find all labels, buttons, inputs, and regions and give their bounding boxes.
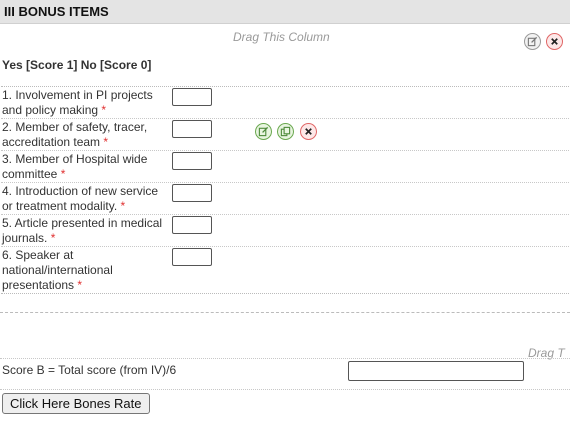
edit-column-button[interactable] [524, 33, 541, 50]
bonus-rate-button[interactable]: Click Here Bones Rate [2, 393, 150, 414]
item-label: 3. Member of Hospital wide committee * [2, 152, 148, 181]
score-input-6[interactable] [172, 248, 212, 266]
score-input-1[interactable] [172, 88, 212, 106]
remove-column-button[interactable] [546, 33, 563, 50]
item-label: 1. Involvement in PI projects and policy… [2, 88, 153, 117]
edit-icon [258, 126, 269, 137]
edit-item-button[interactable] [255, 123, 272, 140]
score-b-input[interactable] [348, 361, 524, 381]
table-row: 6. Speaker at national/international pre… [1, 247, 569, 295]
section-title: III BONUS ITEMS [4, 4, 109, 19]
table-row: 3. Member of Hospital wide committee * [1, 151, 569, 183]
copy-item-button[interactable] [277, 123, 294, 140]
close-icon [551, 38, 558, 45]
score-legend: Yes [Score 1] No [Score 0] [2, 58, 152, 72]
score-b-label: Score B = Total score (from IV)/6 [2, 363, 177, 377]
edit-icon [527, 36, 538, 47]
table-row: 5. Article presented in medical journals… [1, 215, 569, 247]
section-divider [0, 312, 570, 313]
bonus-items-table: 1. Involvement in PI projects and policy… [1, 86, 569, 294]
table-row: 1. Involvement in PI projects and policy… [1, 87, 569, 119]
table-row: 2. Member of safety, tracer, accreditati… [1, 119, 569, 151]
drag-column-hint[interactable]: Drag This Column [233, 30, 330, 44]
copy-icon [280, 126, 291, 137]
close-icon [305, 128, 312, 135]
section-header: III BONUS ITEMS [0, 0, 570, 24]
delete-item-button[interactable] [300, 123, 317, 140]
score-b-row: Score B = Total score (from IV)/6 [0, 358, 570, 390]
table-row: 4. Introduction of new service or treatm… [1, 183, 569, 215]
item-label: 2. Member of safety, tracer, accreditati… [2, 120, 148, 149]
score-input-5[interactable] [172, 216, 212, 234]
score-input-4[interactable] [172, 184, 212, 202]
score-input-2[interactable] [172, 120, 212, 138]
item-label: 5. Article presented in medical journals… [2, 216, 163, 245]
item-label: 6. Speaker at national/international pre… [2, 248, 113, 292]
item-label: 4. Introduction of new service or treatm… [2, 184, 159, 213]
score-input-3[interactable] [172, 152, 212, 170]
